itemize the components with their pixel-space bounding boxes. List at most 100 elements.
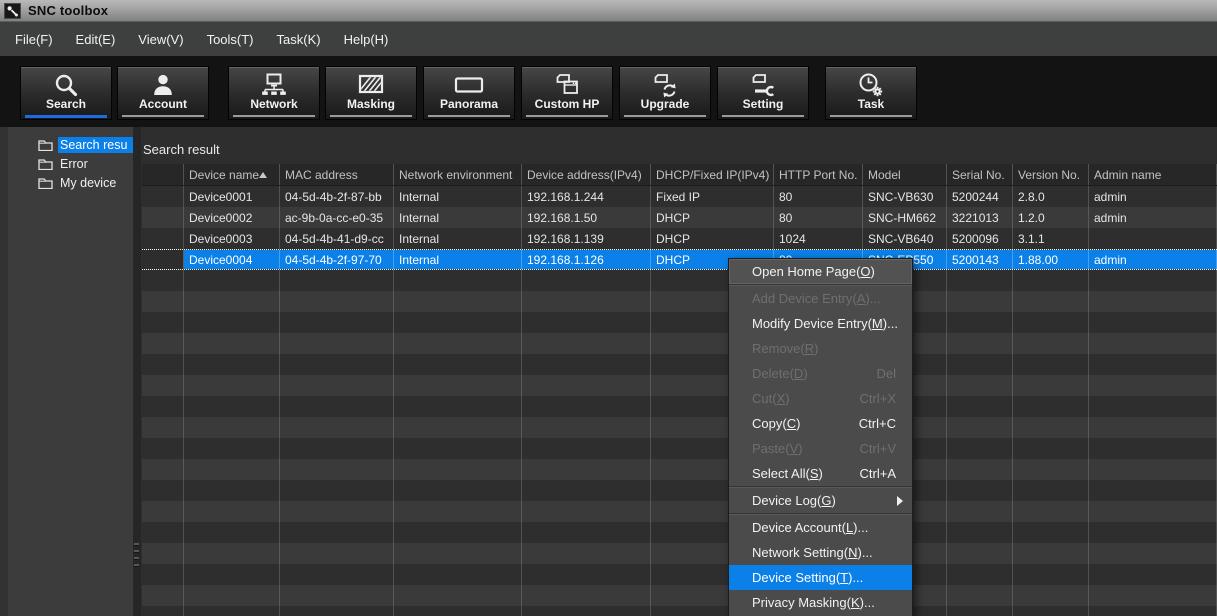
table-cell: Device0004 bbox=[184, 250, 280, 269]
menubar-item-tools[interactable]: Tools(T) bbox=[204, 30, 257, 49]
context-menu-item-delete: Delete(D)Del bbox=[729, 361, 912, 386]
network-icon bbox=[229, 71, 319, 99]
table-filler-row bbox=[142, 438, 1217, 459]
splitter-grip-dot bbox=[134, 557, 139, 560]
column-header-admin-name[interactable]: Admin name bbox=[1089, 164, 1217, 185]
context-menu-item-privacy-masking[interactable]: Privacy Masking(K)... bbox=[729, 590, 912, 615]
column-header-http-port-no-[interactable]: HTTP Port No. bbox=[774, 164, 863, 185]
task-button[interactable]: Task bbox=[825, 66, 917, 120]
search-icon bbox=[21, 71, 111, 99]
table-cell bbox=[142, 522, 184, 543]
table-cell bbox=[280, 564, 394, 585]
button-underline bbox=[233, 115, 315, 117]
menubar-item-file[interactable]: File(F) bbox=[12, 30, 56, 49]
context-menu-item-device-setting[interactable]: Device Setting(T)... bbox=[729, 565, 912, 590]
context-menu-item-open-home-page[interactable]: Open Home Page(O) bbox=[729, 259, 912, 284]
tree-top-spacer bbox=[8, 127, 133, 135]
table-row[interactable]: Device000104-5d-4b-2f-87-bbInternal192.1… bbox=[142, 186, 1217, 207]
column-header-model[interactable]: Model bbox=[863, 164, 947, 185]
table-cell bbox=[1013, 270, 1089, 291]
context-menu-item-device-log[interactable]: Device Log(G) bbox=[729, 488, 912, 513]
table-cell bbox=[184, 585, 280, 606]
custom-hp-button[interactable]: Custom HP bbox=[521, 66, 613, 120]
button-underline bbox=[526, 115, 608, 117]
table-cell bbox=[522, 459, 651, 480]
account-button[interactable]: Account bbox=[117, 66, 209, 120]
context-menu-item-copy[interactable]: Copy(C)Ctrl+C bbox=[729, 411, 912, 436]
table-cell bbox=[947, 396, 1013, 417]
active-tab-underline bbox=[25, 115, 107, 118]
table-cell: 5200096 bbox=[947, 228, 1013, 249]
setting-button[interactable]: Setting bbox=[717, 66, 809, 120]
table-filler-row bbox=[142, 333, 1217, 354]
table-cell: 192.168.1.244 bbox=[522, 186, 651, 207]
table-cell bbox=[947, 375, 1013, 396]
sidebar-item-my-device[interactable]: My device bbox=[8, 173, 133, 192]
table-cell bbox=[522, 396, 651, 417]
window-title: SNC toolbox bbox=[28, 3, 108, 18]
table-filler-row bbox=[142, 606, 1217, 616]
menubar-item-task[interactable]: Task(K) bbox=[274, 30, 324, 49]
menubar-item-edit[interactable]: Edit(E) bbox=[73, 30, 119, 49]
table-cell: ac-9b-0a-cc-e0-35 bbox=[280, 207, 394, 228]
menu-bar: File(F) Edit(E) View(V) Tools(T) Task(K) Help… bbox=[0, 22, 1217, 56]
table-row[interactable]: Device000304-5d-4b-41-d9-ccInternal192.1… bbox=[142, 228, 1217, 249]
table-cell: DHCP bbox=[651, 207, 774, 228]
table-cell bbox=[142, 480, 184, 501]
table-cell bbox=[1013, 480, 1089, 501]
column-header-row-selector[interactable] bbox=[142, 164, 184, 185]
table-cell bbox=[947, 354, 1013, 375]
table-cell: Internal bbox=[394, 207, 522, 228]
context-menu-item-device-account[interactable]: Device Account(L)... bbox=[729, 515, 912, 540]
table-cell bbox=[1089, 606, 1217, 616]
column-header-device-name[interactable]: Device name bbox=[184, 164, 280, 185]
toolbar: SearchAccount NetworkMaskingPanoramaCusto… bbox=[0, 56, 1217, 127]
column-header-dhcp-fixed-ip-ipv4-[interactable]: DHCP/Fixed IP(IPv4) bbox=[651, 164, 774, 185]
setting-icon bbox=[718, 71, 808, 99]
context-menu-item-network-setting[interactable]: Network Setting(N)... bbox=[729, 540, 912, 565]
network-button[interactable]: Network bbox=[228, 66, 320, 120]
table-cell bbox=[394, 375, 522, 396]
context-menu-item-add-device-entry: Add Device Entry(A)... bbox=[729, 286, 912, 311]
menubar-item-view[interactable]: View(V) bbox=[135, 30, 186, 49]
column-header-network-environment[interactable]: Network environment bbox=[394, 164, 522, 185]
column-header-version-no-[interactable]: Version No. bbox=[1013, 164, 1089, 185]
table-cell bbox=[142, 585, 184, 606]
column-header-mac-address[interactable]: MAC address bbox=[280, 164, 394, 185]
table-cell bbox=[1089, 270, 1217, 291]
table-cell bbox=[1089, 501, 1217, 522]
table-cell bbox=[1013, 333, 1089, 354]
toolbar-button-label: Task bbox=[826, 97, 916, 111]
table-cell bbox=[280, 354, 394, 375]
column-header-device-address-ipv4-[interactable]: Device address(IPv4) bbox=[522, 164, 651, 185]
search-button[interactable]: Search bbox=[20, 66, 112, 120]
menubar-item-help[interactable]: Help(H) bbox=[341, 30, 392, 49]
sidebar-item-error[interactable]: Error bbox=[8, 154, 133, 173]
table-filler-row bbox=[142, 585, 1217, 606]
table-row[interactable]: Device0002ac-9b-0a-cc-e0-35Internal192.1… bbox=[142, 207, 1217, 228]
context-menu-item-modify-device-entry[interactable]: Modify Device Entry(M)... bbox=[729, 311, 912, 336]
column-header-serial-no-[interactable]: Serial No. bbox=[947, 164, 1013, 185]
upgrade-button[interactable]: Upgrade bbox=[619, 66, 711, 120]
table-row[interactable]: Device000404-5d-4b-2f-97-70Internal192.1… bbox=[142, 249, 1217, 270]
context-menu-item-select-all[interactable]: Select All(S)Ctrl+A bbox=[729, 461, 912, 486]
context-menu-shortcut: Ctrl+A bbox=[860, 461, 896, 486]
table-cell: 192.168.1.139 bbox=[522, 228, 651, 249]
sidebar-splitter-handle[interactable] bbox=[133, 127, 141, 616]
table-filler-row bbox=[142, 543, 1217, 564]
table-cell: 1.2.0 bbox=[1013, 207, 1089, 228]
table-cell bbox=[394, 501, 522, 522]
device-table: Device nameMAC addressNetwork environmen… bbox=[142, 164, 1217, 616]
folder-icon bbox=[38, 158, 58, 170]
context-menu-item-paste: Paste(V)Ctrl+V bbox=[729, 436, 912, 461]
panorama-button[interactable]: Panorama bbox=[423, 66, 515, 120]
masking-button[interactable]: Masking bbox=[325, 66, 417, 120]
sidebar-item-search-resu[interactable]: Search resu bbox=[8, 135, 133, 154]
table-cell: admin bbox=[1089, 207, 1217, 228]
search-result-label: Search result bbox=[143, 142, 220, 157]
table-cell: 192.168.1.50 bbox=[522, 207, 651, 228]
upgrade-icon bbox=[620, 71, 710, 99]
table-cell bbox=[394, 417, 522, 438]
table-filler-row bbox=[142, 459, 1217, 480]
table-cell bbox=[947, 333, 1013, 354]
